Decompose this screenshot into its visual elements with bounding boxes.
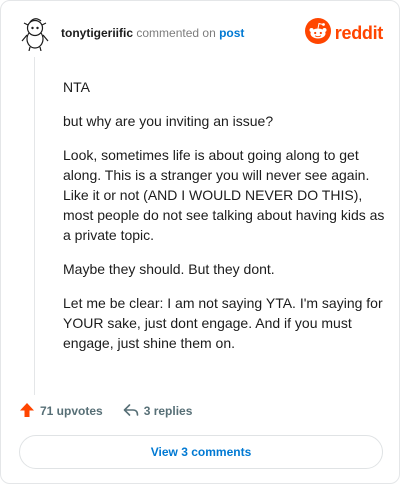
- comment-paragraph: Maybe they should. But they dont.: [63, 261, 275, 277]
- comment-paragraph: Look, sometimes life is about going alon…: [63, 147, 385, 243]
- comment-actions: 71 upvotes 3 replies: [19, 401, 212, 421]
- replies-button[interactable]: 3 replies: [123, 402, 193, 421]
- post-link[interactable]: post: [219, 26, 244, 40]
- comment-card: tonytigeriific commented on post reddit: [0, 0, 400, 484]
- upvote-arrow-icon: [19, 402, 40, 421]
- reddit-alien-icon: [304, 17, 331, 49]
- reddit-wordmark: reddit: [334, 22, 384, 43]
- reddit-logo[interactable]: reddit: [304, 17, 384, 49]
- upvote-count: 71 upvotes: [40, 404, 103, 418]
- reply-count: 3 replies: [143, 404, 193, 418]
- comment-header: tonytigeriific commented on post reddit: [19, 17, 383, 53]
- thread-line[interactable]: [34, 57, 35, 395]
- comment-paragraph: but why are you inviting an issue?: [63, 113, 274, 129]
- comment-paragraph: NTA: [63, 79, 90, 95]
- action-text: commented on: [136, 26, 216, 40]
- upvote-button[interactable]: 71 upvotes: [19, 402, 103, 421]
- comment-meta: tonytigeriific commented on post: [61, 26, 244, 40]
- comment-paragraph: Let me be clear: I am not saying YTA. I'…: [63, 295, 383, 351]
- snoo-avatar-icon[interactable]: [19, 17, 51, 52]
- view-comments-button[interactable]: View 3 comments: [19, 435, 383, 469]
- comment-body: NTA but why are you inviting an issue? L…: [63, 77, 385, 367]
- username-link[interactable]: tonytigeriific: [61, 26, 133, 40]
- reply-arrow-icon: [123, 402, 144, 421]
